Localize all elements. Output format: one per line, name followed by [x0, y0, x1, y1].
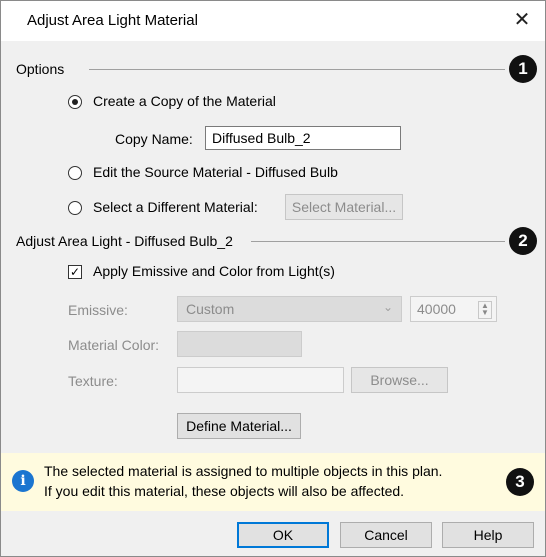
material-color-swatch[interactable] [177, 331, 302, 357]
copy-name-label: Copy Name: [115, 131, 193, 147]
material-color-label: Material Color: [68, 337, 160, 353]
options-group-label: Options [16, 61, 69, 77]
adjust-divider [251, 241, 505, 242]
texture-field[interactable] [177, 367, 344, 393]
emissive-number-value: 40000 [417, 301, 456, 317]
edit-source-label[interactable]: Edit the Source Material - Diffused Bulb [93, 164, 338, 180]
emissive-dropdown[interactable]: Custom ⌄ [177, 296, 402, 322]
info-line-1: The selected material is assigned to mul… [44, 463, 443, 479]
browse-button[interactable]: Browse... [351, 367, 448, 393]
info-icon: i [12, 470, 34, 492]
select-material-button[interactable]: Select Material... [285, 194, 403, 220]
callout-3: 3 [506, 468, 534, 496]
window-title: Adjust Area Light Material [27, 12, 198, 29]
copy-name-input[interactable] [205, 126, 401, 150]
info-bar: i The selected material is assigned to m… [1, 453, 545, 511]
select-different-radio[interactable] [68, 201, 82, 215]
apply-emissive-label[interactable]: Apply Emissive and Color from Light(s) [93, 263, 335, 279]
emissive-value: Custom [186, 301, 235, 317]
emissive-number-stepper[interactable]: 40000 ▲ ▼ [410, 296, 497, 322]
info-line-2: If you edit this material, these objects… [44, 483, 405, 499]
emissive-label: Emissive: [68, 302, 128, 318]
create-copy-label[interactable]: Create a Copy of the Material [93, 93, 276, 109]
help-button[interactable]: Help [442, 522, 534, 548]
spinner-arrows-icon[interactable]: ▲ ▼ [478, 301, 492, 319]
info-message: The selected material is assigned to mul… [44, 461, 442, 501]
cancel-button[interactable]: Cancel [340, 522, 432, 548]
ok-button[interactable]: OK [237, 522, 329, 548]
edit-source-radio[interactable] [68, 166, 82, 180]
chevron-down-icon: ⌄ [382, 300, 393, 314]
options-divider [89, 69, 505, 70]
apply-emissive-checkbox[interactable]: ✓ [68, 265, 82, 279]
adjust-group-label: Adjust Area Light - Diffused Bulb_2 [16, 233, 237, 249]
define-material-button[interactable]: Define Material... [177, 413, 301, 439]
create-copy-radio[interactable] [68, 95, 82, 109]
callout-1: 1 [509, 55, 537, 83]
adjust-area-light-material-dialog: Adjust Area Light Material ✕ Options 1 C… [0, 0, 546, 557]
select-different-label[interactable]: Select a Different Material: [93, 199, 258, 215]
callout-2: 2 [509, 227, 537, 255]
close-icon[interactable]: ✕ [507, 7, 537, 33]
title-bar: Adjust Area Light Material ✕ [1, 1, 545, 41]
texture-label: Texture: [68, 373, 118, 389]
